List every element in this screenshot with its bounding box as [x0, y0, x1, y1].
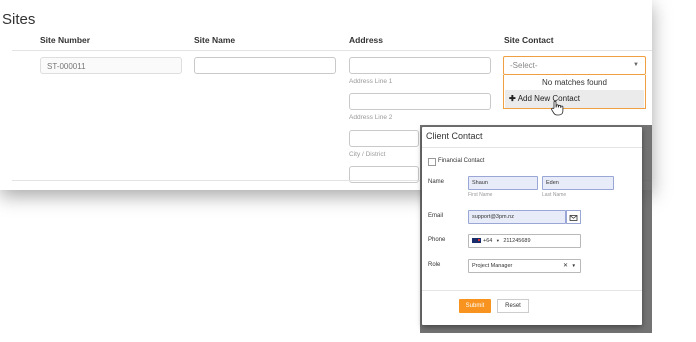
modal-footer-divider [422, 290, 642, 291]
role-select[interactable]: Project Manager ✕ ▼ [468, 259, 581, 273]
city-field[interactable] [349, 130, 419, 147]
caret-down-icon: ▼ [633, 62, 639, 68]
column-header-site-contact: Site Contact [504, 35, 554, 45]
column-header-address: Address [349, 35, 384, 45]
add-new-contact-label: Add New Contact [517, 94, 580, 103]
financial-contact-label: Financial Contact [438, 158, 485, 164]
phone-label: Phone [428, 237, 446, 243]
column-header-site-name: Site Name [194, 35, 236, 45]
clear-icon[interactable]: ✕ [563, 262, 568, 269]
first-name-label: First Name [468, 192, 493, 198]
phone-number: 211245689 [503, 238, 531, 244]
nz-flag-icon [472, 238, 481, 244]
phone-code-caret-icon: ▼ [495, 238, 500, 243]
select-placeholder: -Select- [510, 61, 538, 70]
no-matches-text: No matches found [542, 78, 607, 87]
last-name-input[interactable]: Eden [542, 176, 614, 190]
address-line1-label: Address Line 1 [349, 78, 393, 85]
last-name-label: Last Name [542, 192, 567, 198]
email-button[interactable] [566, 210, 581, 224]
submit-button[interactable]: Submit [459, 299, 491, 313]
name-label: Name [428, 179, 445, 185]
plus-icon: ✚ [509, 94, 516, 103]
address-line2-field[interactable] [349, 93, 491, 110]
first-name-input[interactable]: Shaun [468, 176, 538, 190]
site-contact-select[interactable]: -Select- ▼ [503, 56, 646, 75]
financial-contact-checkbox[interactable] [428, 158, 436, 166]
email-label: Email [428, 213, 444, 219]
add-new-contact-option[interactable]: ✚ Add New Contact [505, 90, 644, 108]
site-name-field[interactable] [194, 57, 336, 74]
header-divider [12, 50, 652, 51]
phone-country-code[interactable]: +64 [483, 238, 492, 244]
site-number-field[interactable]: ST-000011 [40, 57, 182, 74]
role-label: Role [428, 262, 441, 268]
address-line2-label: Address Line 2 [349, 114, 393, 121]
reset-button[interactable]: Reset [497, 299, 529, 313]
modal-title: Client Contact [426, 131, 483, 141]
address-line1-field[interactable] [349, 57, 491, 74]
sites-title: Sites [2, 11, 36, 28]
phone-input[interactable]: +64 ▼ 211245689 [468, 234, 581, 248]
role-value: Project Manager [472, 263, 513, 269]
hand-pointer-icon [551, 100, 564, 116]
site-contact-dropdown: No matches found ✚ Add New Contact [503, 75, 646, 109]
chevron-down-icon[interactable]: ▼ [572, 263, 576, 268]
client-contact-modal: Client Contact Financial Contact Name Sh… [422, 127, 642, 325]
envelope-icon [569, 215, 578, 221]
email-input[interactable]: support@3pm.nz [468, 210, 566, 224]
modal-header-divider [422, 147, 642, 148]
city-label: City / District [349, 151, 386, 158]
column-header-site-number: Site Number [40, 35, 91, 45]
